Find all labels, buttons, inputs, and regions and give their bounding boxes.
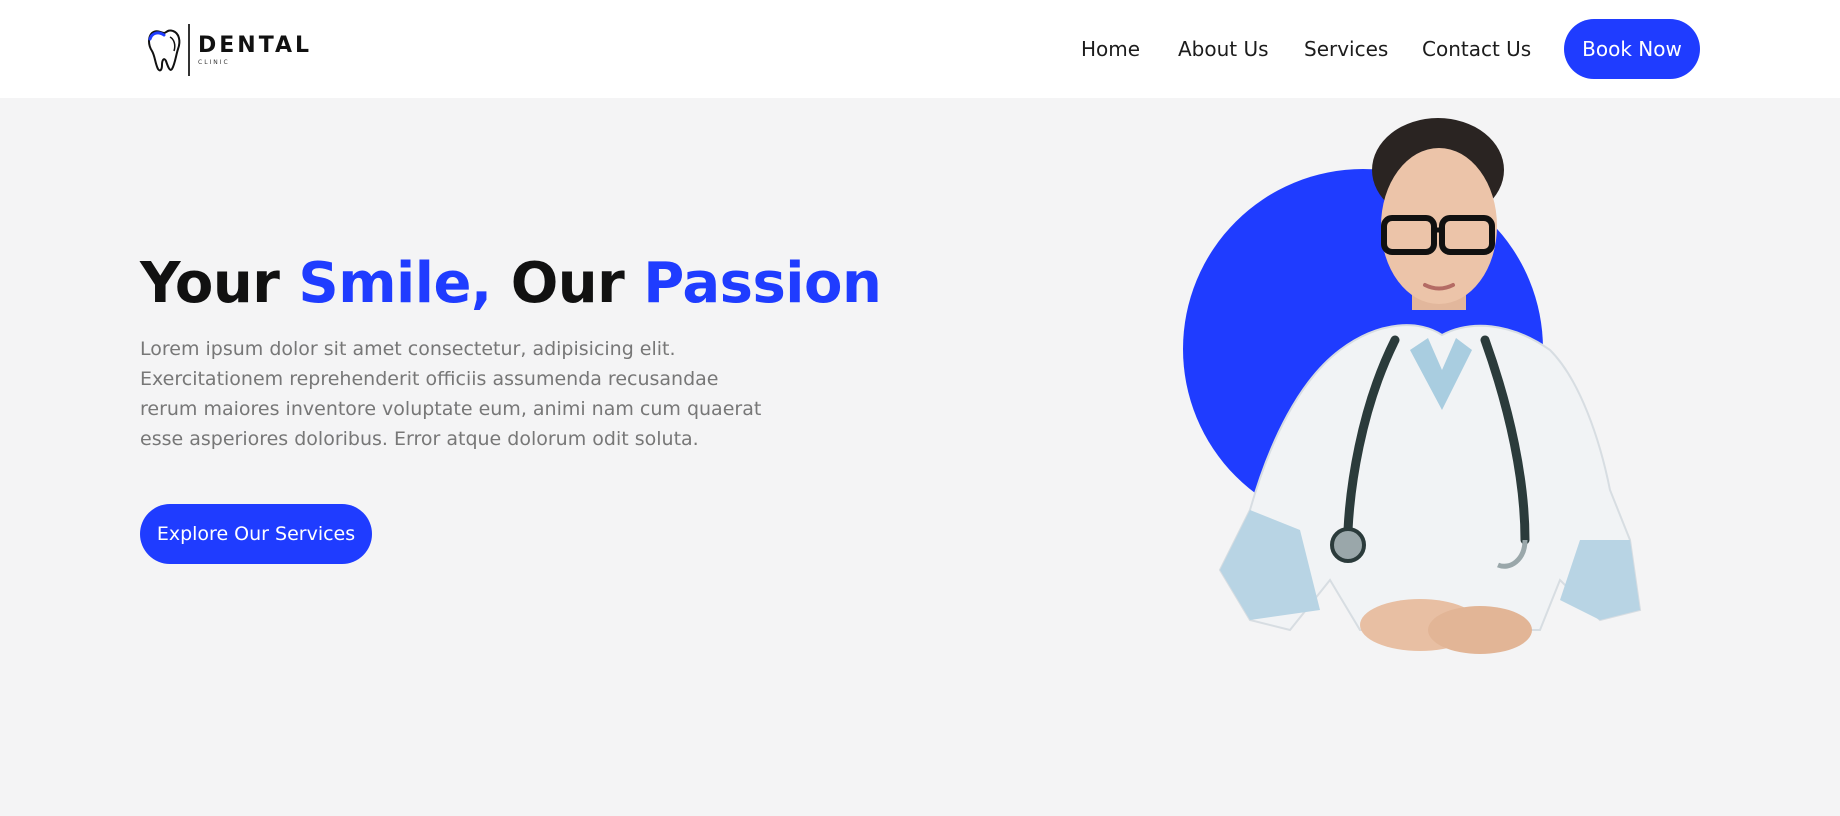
nav-home[interactable]: Home <box>1081 37 1140 61</box>
doctor-portrait <box>1218 118 1642 654</box>
logo-main-text: DENTAL <box>198 32 313 58</box>
logo-sub-text: CLINIC <box>198 58 230 66</box>
nav-about-us[interactable]: About Us <box>1178 37 1269 61</box>
explore-services-button[interactable]: Explore Our Services <box>140 504 372 564</box>
hero-title-part-1: Your <box>140 251 299 316</box>
book-now-button[interactable]: Book Now <box>1564 19 1700 79</box>
hero-paragraph: Lorem ipsum dolor sit amet consectetur, … <box>140 338 762 450</box>
site-header: DENTAL CLINIC Home About Us Services Con… <box>0 0 1840 98</box>
logo[interactable]: DENTAL CLINIC <box>146 24 312 76</box>
hero-title-accent-smile: Smile, <box>298 251 492 316</box>
hero-title-part-3: Our <box>491 251 644 316</box>
nav-services[interactable]: Services <box>1304 37 1388 61</box>
logo-divider <box>188 24 190 76</box>
hero-title-accent-passion: Passion <box>643 251 882 316</box>
logo-text: DENTAL CLINIC <box>198 32 313 66</box>
hero-image <box>1180 110 1710 670</box>
nav-contact-us[interactable]: Contact Us <box>1422 37 1531 61</box>
hero-title: Your Smile, Our Passion <box>140 248 882 320</box>
tooth-icon <box>148 29 181 72</box>
